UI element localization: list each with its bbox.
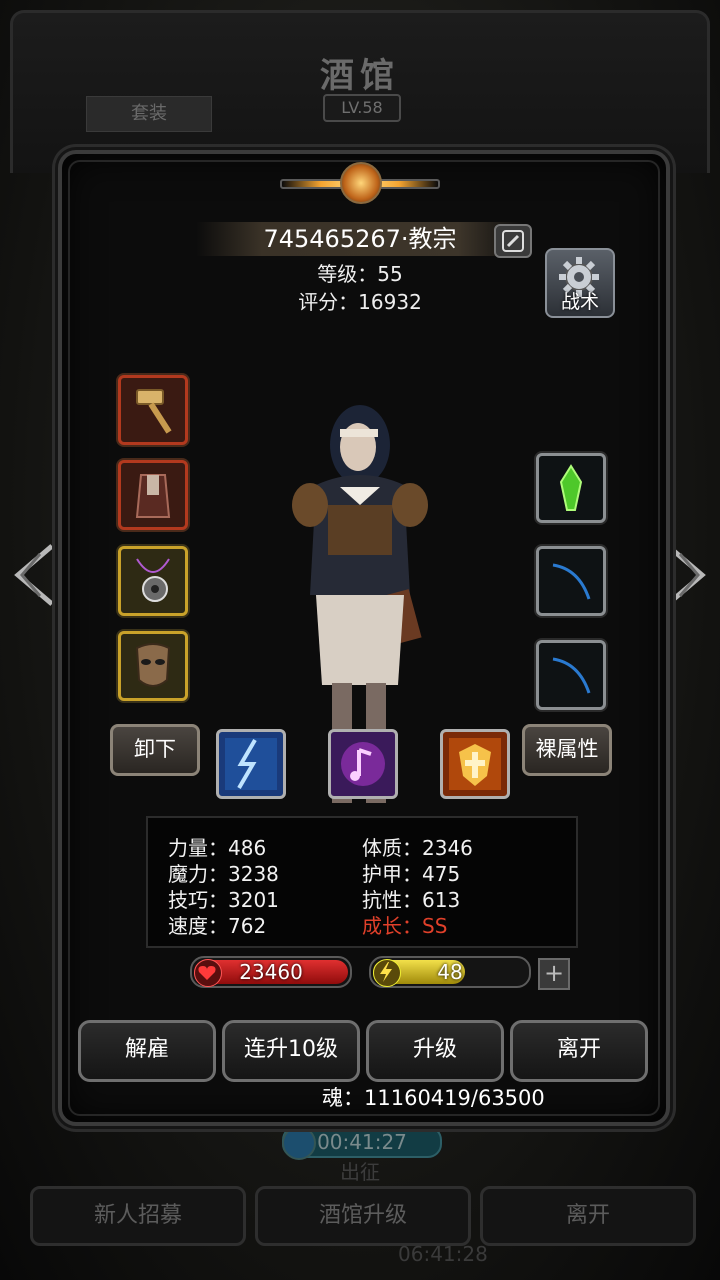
stat-magic: 魔力：3238 <box>168 862 279 886</box>
tactics-button[interactable]: 战术 <box>545 248 615 318</box>
lightning-skill-icon <box>225 738 277 790</box>
skill-slot-1[interactable] <box>216 729 286 799</box>
soul-cost: 魂：11160419/63500 <box>322 1086 545 1110</box>
equip-slot-accessory-2[interactable] <box>536 640 606 710</box>
green-gem-icon <box>559 464 583 511</box>
tavern-level: LV.58 <box>323 94 401 122</box>
hammer-icon <box>136 389 172 434</box>
chevron-left-icon <box>14 544 54 606</box>
mask-icon <box>135 643 171 687</box>
expedition-label: 出征 <box>340 1160 380 1184</box>
stat-skill: 技巧：3201 <box>168 888 279 912</box>
stat-strength: 力量：486 <box>168 836 267 860</box>
equip-slot-amulet[interactable] <box>118 546 188 616</box>
pencil-icon <box>502 230 524 252</box>
holy-shield-skill-icon <box>449 738 501 790</box>
upgrade-10-button[interactable]: 连升10级 <box>222 1020 360 1082</box>
blue-feather-icon <box>552 563 591 600</box>
stat-resistance: 抗性：613 <box>362 888 461 912</box>
tactics-label: 战术 <box>560 291 599 313</box>
tavern-title: 酒馆 <box>320 56 400 96</box>
rename-button[interactable] <box>494 224 532 258</box>
stat-armor: 护甲：475 <box>362 862 461 886</box>
stat-constitution: 体质：2346 <box>362 836 473 860</box>
amulet-icon <box>136 558 170 602</box>
hp-value: 23460 <box>239 960 303 984</box>
emblem-icon <box>280 160 440 204</box>
stat-speed: 速度：762 <box>168 914 267 938</box>
tavern-leave-button[interactable]: 离开 <box>480 1186 696 1246</box>
timer-text: 00:41:27 <box>317 1130 407 1154</box>
bottom-timer: 06:41:28 <box>398 1242 488 1266</box>
equip-slot-mask[interactable] <box>118 631 188 701</box>
hero-name: 745465267·教宗 <box>263 225 457 253</box>
prev-hero-arrow[interactable] <box>10 540 60 610</box>
tavern-timer: 00:41:27 <box>282 1126 442 1160</box>
energy-bar: 48 <box>369 956 531 988</box>
hp-bar: 23460 <box>190 956 352 988</box>
recruit-new-button[interactable]: 新人招募 <box>30 1186 246 1246</box>
upgrade-button[interactable]: 升级 <box>366 1020 504 1082</box>
music-skill-icon <box>341 742 385 786</box>
tavern-upgrade-button[interactable]: 酒馆升级 <box>255 1186 471 1246</box>
clock-icon <box>282 1126 316 1160</box>
armor-icon <box>135 474 171 518</box>
dismiss-button[interactable]: 解雇 <box>78 1020 216 1082</box>
equip-slot-weapon[interactable] <box>118 375 188 445</box>
equip-slot-armor[interactable] <box>118 460 188 530</box>
stat-growth: 成长：SS <box>362 914 448 938</box>
equip-slot-gem[interactable] <box>536 453 606 523</box>
add-energy-button[interactable]: + <box>538 958 570 990</box>
suit-button[interactable]: 套装 <box>86 96 212 132</box>
unequip-button[interactable]: 卸下 <box>110 724 200 776</box>
equip-slot-accessory-1[interactable] <box>536 546 606 616</box>
naked-attributes-button[interactable]: 裸属性 <box>522 724 612 776</box>
blue-feather-icon <box>552 657 591 694</box>
skill-slot-2[interactable] <box>328 729 398 799</box>
skill-slot-3[interactable] <box>440 729 510 799</box>
energy-value: 48 <box>437 960 463 984</box>
leave-button[interactable]: 离开 <box>510 1020 648 1082</box>
